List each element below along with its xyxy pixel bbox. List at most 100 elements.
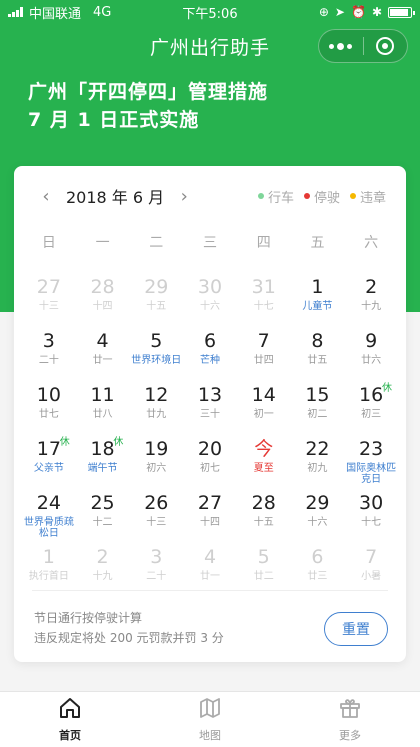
location-icon: ➤ [334, 5, 345, 19]
calendar-day[interactable]: 10 廿七 [22, 378, 76, 432]
calendar-day[interactable]: 18 端午节 休 [76, 432, 130, 486]
lunar-date: 十二 [92, 517, 113, 528]
signal-icon [8, 7, 23, 17]
calendar-day[interactable]: 22 初九 [291, 432, 345, 486]
calendar-day[interactable]: 12 廿九 [129, 378, 183, 432]
calendar-day[interactable]: 23 国际奥林匹克日 [344, 432, 398, 486]
legend-dot-icon [349, 193, 356, 199]
alarm-icon: ⏰ [350, 5, 366, 19]
day-number: 17 [36, 438, 61, 460]
calendar-day[interactable]: 30 十六 [183, 270, 237, 324]
more-menu-button[interactable] [319, 30, 363, 62]
calendar-day[interactable]: 2 十九 [344, 270, 398, 324]
calendar-day[interactable]: 5 世界环境日 [129, 324, 183, 378]
calendar-day-today[interactable]: 今夏至 [237, 432, 291, 486]
chevron-right-icon[interactable]: › [170, 186, 198, 207]
day-number: 15 [305, 384, 330, 406]
calendar-day[interactable]: 1 儿童节 [291, 270, 345, 324]
day-number: 22 [305, 438, 330, 460]
lunar-date: 初七 [199, 463, 220, 474]
calendar-day[interactable]: 6 廿三 [291, 540, 345, 594]
day-number: 7 [257, 330, 270, 352]
tab-home[interactable]: 首页 [0, 692, 140, 747]
festival-label: 端午节 [87, 463, 118, 474]
calendar-day[interactable]: 3 二十 [22, 324, 76, 378]
calendar-day[interactable]: 15 初二 [291, 378, 345, 432]
calendar-day[interactable]: 4 廿一 [183, 540, 237, 594]
weekday-label: 六 [364, 235, 379, 251]
weekday-label: 日 [41, 235, 56, 251]
calendar-day[interactable]: 6 芒种 [183, 324, 237, 378]
calendar-day[interactable]: 2 十九 [76, 540, 130, 594]
calendar-day[interactable]: 5 廿二 [237, 540, 291, 594]
calendar-day[interactable]: 25 十二 [76, 486, 130, 540]
bluetooth-icon: ✱ [371, 5, 382, 19]
calendar-day[interactable]: 24 世界骨质疏松日 [22, 486, 76, 540]
calendar-day[interactable]: 9 廿六 [344, 324, 398, 378]
calendar-day[interactable]: 16 初三 休 [344, 378, 398, 432]
lunar-date: 廿四 [253, 355, 274, 366]
calendar-day[interactable]: 29 十六 [291, 486, 345, 540]
festival-label: 儿童节 [302, 301, 333, 312]
calendar-day[interactable]: 7 廿四 [237, 324, 291, 378]
target-icon [376, 37, 395, 55]
lunar-date: 廿八 [92, 409, 113, 420]
legend-item: 违章 [349, 187, 386, 206]
lunar-date: 廿一 [92, 355, 113, 366]
legend-label: 违章 [359, 190, 386, 206]
legend-item: 行车 [257, 187, 294, 206]
day-number: 16 [359, 384, 384, 406]
home-icon [58, 696, 82, 724]
nav-bar: 广州出行助手 [0, 24, 420, 68]
calendar-day[interactable]: 31 十七 [237, 270, 291, 324]
calendar-day[interactable]: 1 执行首日 [22, 540, 76, 594]
calendar-day[interactable]: 19 初六 [129, 432, 183, 486]
festival-label: 世界环境日 [131, 355, 182, 366]
calendar-day[interactable]: 28 十五 [237, 486, 291, 540]
calendar-day[interactable]: 20 初七 [183, 432, 237, 486]
calendar-day[interactable]: 17 父亲节 休 [22, 432, 76, 486]
day-number: 18 [90, 438, 115, 460]
reset-button[interactable]: 重置 [324, 612, 388, 646]
lunar-date: 十三 [146, 517, 167, 528]
calendar-day[interactable]: 7 小暑 [344, 540, 398, 594]
calendar-day[interactable]: 26 十三 [129, 486, 183, 540]
day-number: 23 [359, 438, 384, 460]
calendar-day[interactable]: 27 十三 [22, 270, 76, 324]
day-number: 26 [144, 492, 169, 514]
tab-gift[interactable]: 更多 [280, 692, 420, 747]
lunar-date: 十四 [92, 301, 113, 312]
calendar-day[interactable]: 30 十七 [344, 486, 398, 540]
lunar-date: 十四 [199, 517, 220, 528]
calendar-day[interactable]: 8 廿五 [291, 324, 345, 378]
day-number: 12 [144, 384, 169, 406]
calendar-day[interactable]: 14 初一 [237, 378, 291, 432]
lunar-date: 十七 [361, 517, 382, 528]
day-number: 2 [365, 276, 378, 298]
weekday-header: 日一二三四五六 [22, 232, 398, 252]
holiday-badge: 休 [382, 383, 392, 394]
festival-label: 父亲节 [33, 463, 64, 474]
tab-map[interactable]: 地图 [140, 692, 280, 747]
calendar-day[interactable]: 3 二十 [129, 540, 183, 594]
legend-label: 行车 [267, 190, 294, 206]
calendar-day[interactable]: 29 十五 [129, 270, 183, 324]
lunar-date: 廿九 [146, 409, 167, 420]
weekday-label: 一 [95, 235, 110, 251]
calendar-day[interactable]: 4 廿一 [76, 324, 130, 378]
day-number: 6 [203, 330, 217, 352]
day-number: 29 [305, 492, 330, 514]
calendar-day[interactable]: 27 十四 [183, 486, 237, 540]
rules-text: 节日通行按停驶计算 违反规定将处 200 元罚款并罚 3 分 [34, 608, 224, 648]
day-number: 24 [36, 492, 61, 514]
calendar-day[interactable]: 13 三十 [183, 378, 237, 432]
legend-item: 停驶 [303, 187, 340, 206]
festival-label: 国际奥林匹克日 [346, 463, 397, 485]
chevron-left-icon[interactable]: ‹ [32, 186, 60, 207]
rules-line1: 节日通行按停驶计算 [34, 611, 143, 625]
calendar-day[interactable]: 11 廿八 [76, 378, 130, 432]
lunar-date: 十五 [146, 301, 167, 312]
close-mini-program-button[interactable] [364, 30, 408, 62]
calendar-day[interactable]: 28 十四 [76, 270, 130, 324]
lunar-date: 十九 [92, 571, 113, 582]
